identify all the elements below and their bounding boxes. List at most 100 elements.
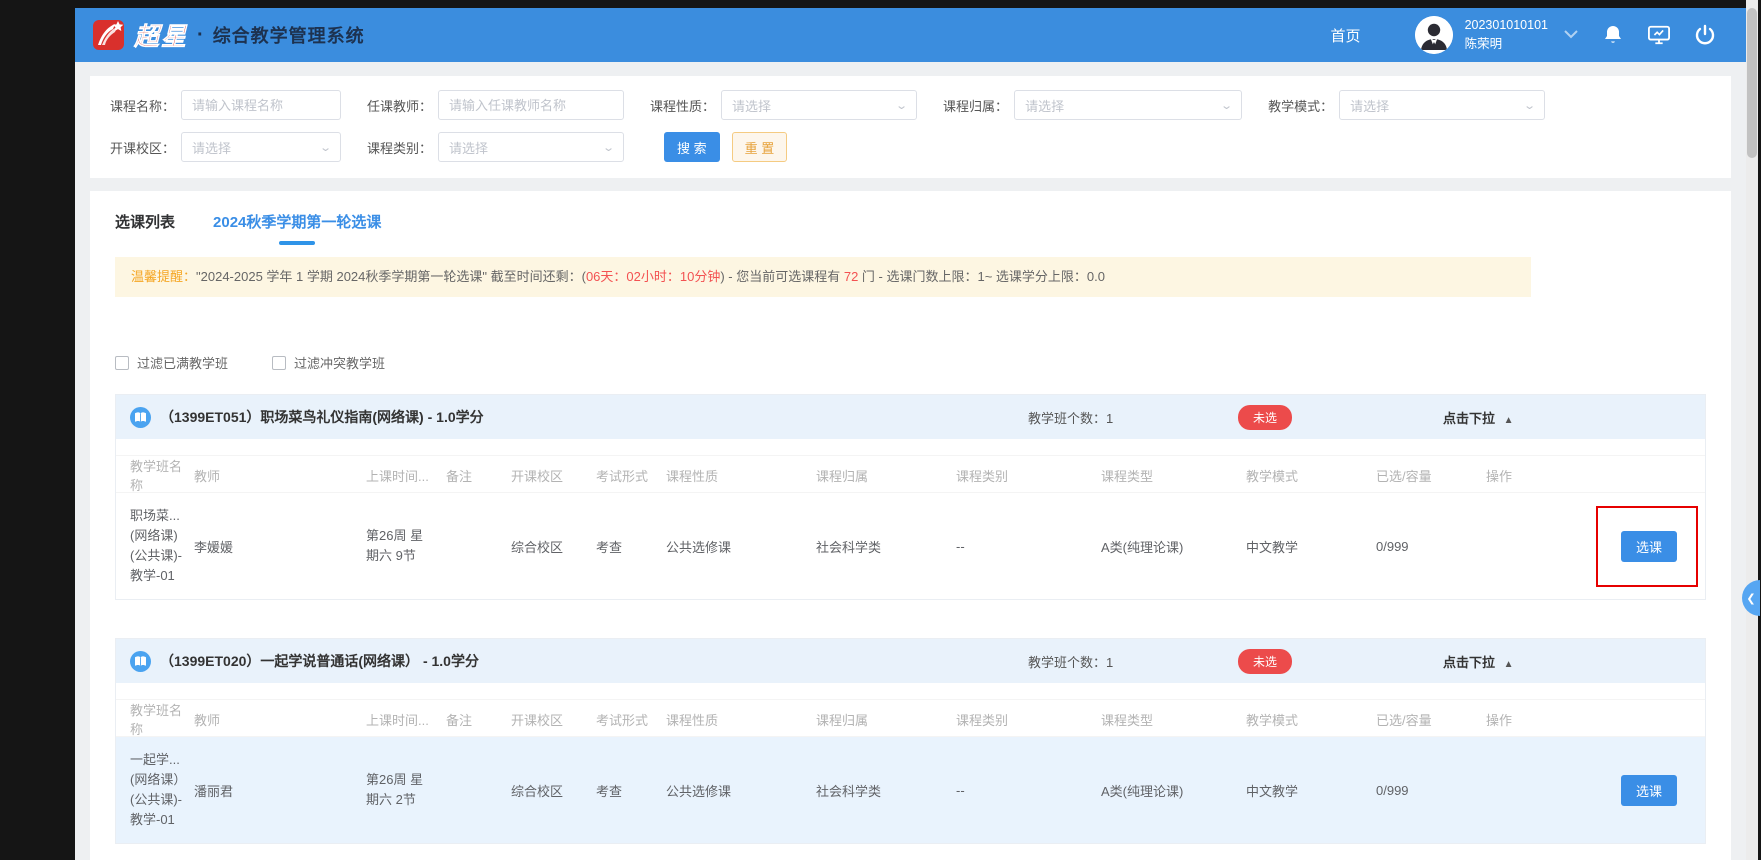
col-header: 课程类别 [956, 710, 1101, 729]
bell-icon[interactable] [1602, 24, 1624, 46]
status-badge-wrap: 未选 [1238, 649, 1443, 674]
cell-course-type: A类(纯理论课) [1101, 537, 1246, 556]
notice-banner: 温馨提醒："2024-2025 学年 1 学期 2024秋季学期第一轮选课" 截… [115, 257, 1531, 297]
cell-course-category: -- [956, 539, 1101, 554]
filter-row-1: 课程名称： 任课教师： 课程性质： 请选择 ⌄ 课程归属： 请选择 ⌄ [110, 90, 1711, 120]
brand-separator: · [197, 24, 204, 47]
course-belong-select[interactable]: 请选择 ⌄ [1014, 90, 1242, 120]
nav-home-link[interactable]: 首页 [1331, 25, 1361, 46]
triangle-up-icon: ▲ [1504, 659, 1514, 670]
cell-class-name: 职场菜... (网络课) (公共课)- 教学-01 [130, 506, 194, 587]
select-value: 请选择 [449, 138, 488, 157]
triangle-up-icon: ▲ [1504, 415, 1514, 426]
class-name-line: (网络课) [130, 526, 194, 546]
col-header: 课程性质 [666, 710, 816, 729]
notice-text: 门 - 选课门数上限：1~ 选课学分上限：0.0 [858, 269, 1105, 284]
select-value: 请选择 [1350, 96, 1389, 115]
cell-course-belong: 社会科学类 [816, 781, 956, 800]
checkbox-filter-conflict-classes[interactable]: 过滤冲突教学班 [272, 353, 385, 372]
brand: 超星 · 综合教学管理系统 [93, 17, 365, 53]
checkbox-label: 过滤已满教学班 [137, 353, 228, 372]
cell-campus: 综合校区 [511, 781, 596, 800]
checkbox-label: 过滤冲突教学班 [294, 353, 385, 372]
notice-course-count: 72 [844, 269, 858, 284]
select-value: 请选择 [192, 138, 231, 157]
col-header: 教师 [194, 710, 366, 729]
cell-teacher: 潘丽君 [194, 781, 366, 800]
status-badge: 未选 [1238, 649, 1292, 674]
table-header-row: 教学班名称 教师 上课时间... 备注 开课校区 考试形式 课程性质 课程归属 … [116, 699, 1705, 737]
chevron-down-icon: ⌄ [602, 141, 615, 154]
col-header: 课程类型 [1101, 710, 1246, 729]
select-course-button[interactable]: 选课 [1621, 775, 1677, 806]
select-course-button[interactable]: 选课 [1621, 531, 1677, 562]
cell-action: 选课 [1486, 531, 1691, 562]
tab-active-round[interactable]: 2024秋季学期第一轮选课 [213, 211, 381, 245]
power-icon[interactable] [1694, 24, 1716, 46]
collapse-label: 点击下拉 [1443, 655, 1495, 670]
col-header: 课程类别 [956, 466, 1101, 485]
course-category-select[interactable]: 请选择 ⌄ [438, 132, 624, 162]
filter-course-name: 课程名称： [110, 90, 341, 120]
table-row: 一起学... (网络课） (公共课)- 教学-01 潘丽君 第26周 星期六 2… [116, 737, 1705, 843]
checkbox-icon[interactable] [272, 356, 286, 370]
cell-teacher: 李媛媛 [194, 537, 366, 556]
filter-label: 课程名称： [110, 96, 175, 115]
class-table: 教学班名称 教师 上课时间... 备注 开课校区 考试形式 课程性质 课程归属 … [116, 699, 1705, 843]
col-header: 课程归属 [816, 710, 956, 729]
class-count: 教学班个数：1 [1028, 408, 1238, 427]
filter-label: 教学模式： [1268, 96, 1333, 115]
chevron-down-icon[interactable] [1564, 26, 1578, 44]
tab-active-underline [279, 241, 315, 245]
course-nature-select[interactable]: 请选择 ⌄ [721, 90, 917, 120]
collapse-toggle[interactable]: 点击下拉 ▲ [1443, 652, 1691, 671]
cell-course-nature: 公共选修课 [666, 781, 816, 800]
tab-label: 2024秋季学期第一轮选课 [213, 211, 381, 232]
app-window: 超星 · 综合教学管理系统 首页 202301010101 陈荣明 [75, 8, 1746, 860]
chevron-down-icon: ⌄ [1523, 99, 1536, 112]
teach-mode-select[interactable]: 请选择 ⌄ [1339, 90, 1545, 120]
cell-course-belong: 社会科学类 [816, 537, 956, 556]
course-title-text: （1399ET051）职场菜鸟礼仪指南(网络课) - 1.0学分 [160, 407, 484, 427]
class-name-line: (网络课） [130, 770, 194, 790]
notice-prefix: 温馨提醒： [131, 269, 196, 284]
checkbox-filter-full-classes[interactable]: 过滤已满教学班 [115, 353, 228, 372]
user-id: 202301010101 [1465, 16, 1548, 35]
reset-button[interactable]: 重 置 [732, 132, 788, 162]
status-badge: 未选 [1238, 405, 1292, 430]
cell-time: 第26周 星期六 9节 [366, 526, 430, 566]
table-row: 职场菜... (网络课) (公共课)- 教学-01 李媛媛 第26周 星期六 9… [116, 493, 1705, 599]
course-card: （1399ET020）一起学说普通话(网络课） - 1.0学分 教学班个数：1 … [115, 638, 1706, 844]
user-name: 陈荣明 [1465, 35, 1548, 54]
cell-teach-mode: 中文教学 [1246, 537, 1376, 556]
chevron-down-icon: ⌄ [1220, 99, 1233, 112]
scrollbar-thumb[interactable] [1747, 8, 1757, 158]
course-name-input[interactable] [181, 90, 341, 120]
col-header: 备注 [446, 466, 511, 485]
tabs-bar: 选课列表 2024秋季学期第一轮选课 [90, 211, 1731, 245]
class-name-line: 职场菜... [130, 506, 194, 526]
scrollbar-track[interactable] [1746, 0, 1758, 860]
monitor-icon[interactable] [1648, 24, 1670, 46]
user-avatar[interactable] [1415, 16, 1453, 54]
collapse-toggle[interactable]: 点击下拉 ▲ [1443, 408, 1691, 427]
filter-label: 任课教师： [367, 96, 432, 115]
user-info[interactable]: 202301010101 陈荣明 [1465, 16, 1548, 54]
campus-select[interactable]: 请选择 ⌄ [181, 132, 341, 162]
notice-text: "2024-2025 学年 1 学期 2024秋季学期第一轮选课" 截至时间还剩… [196, 269, 586, 284]
filter-row-2: 开课校区： 请选择 ⌄ 课程类别： 请选择 ⌄ 搜 索 重 置 [110, 132, 1711, 162]
cell-exam-form: 考查 [596, 781, 666, 800]
teacher-input[interactable] [438, 90, 624, 120]
book-icon [130, 651, 151, 672]
course-title: （1399ET051）职场菜鸟礼仪指南(网络课) - 1.0学分 [130, 407, 1028, 428]
checkbox-icon[interactable] [115, 356, 129, 370]
search-button[interactable]: 搜 索 [664, 132, 720, 162]
status-badge-wrap: 未选 [1238, 405, 1443, 430]
course-title: （1399ET020）一起学说普通话(网络课） - 1.0学分 [130, 651, 1028, 672]
tab-course-list[interactable]: 选课列表 [115, 211, 175, 232]
col-header: 课程性质 [666, 466, 816, 485]
course-card-header: （1399ET020）一起学说普通话(网络课） - 1.0学分 教学班个数：1 … [116, 639, 1705, 683]
filter-label: 开课校区： [110, 138, 175, 157]
class-name-line: 一起学... [130, 750, 194, 770]
col-header: 开课校区 [511, 466, 596, 485]
